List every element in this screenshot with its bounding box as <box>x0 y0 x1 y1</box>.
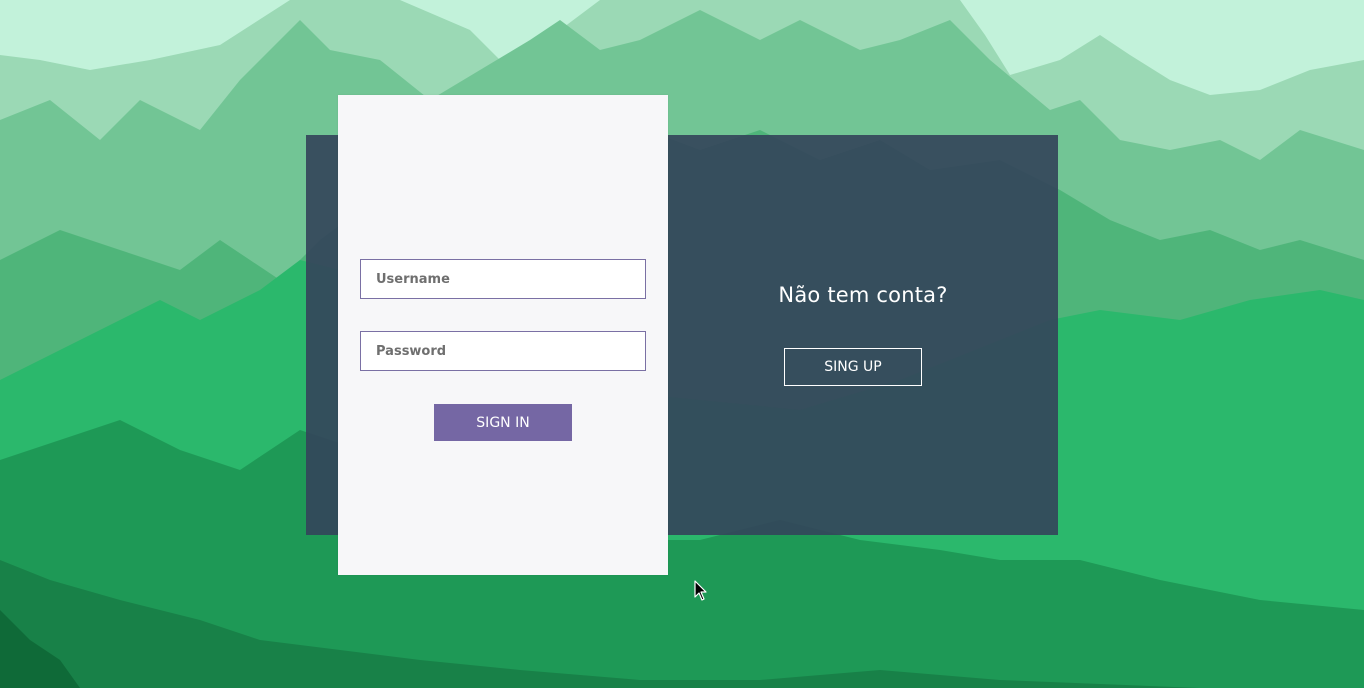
signin-button[interactable]: SIGN IN <box>434 404 572 441</box>
login-page: Não tem conta? SING UP SIGN IN <box>0 0 1364 688</box>
signup-heading: Não tem conta? <box>778 283 948 307</box>
password-input[interactable] <box>360 331 646 371</box>
login-card: SIGN IN <box>338 95 668 575</box>
username-input[interactable] <box>360 259 646 299</box>
mouse-pointer-icon <box>694 580 707 601</box>
signup-button[interactable]: SING UP <box>784 348 922 386</box>
signup-area: Não tem conta? SING UP <box>668 135 1058 535</box>
